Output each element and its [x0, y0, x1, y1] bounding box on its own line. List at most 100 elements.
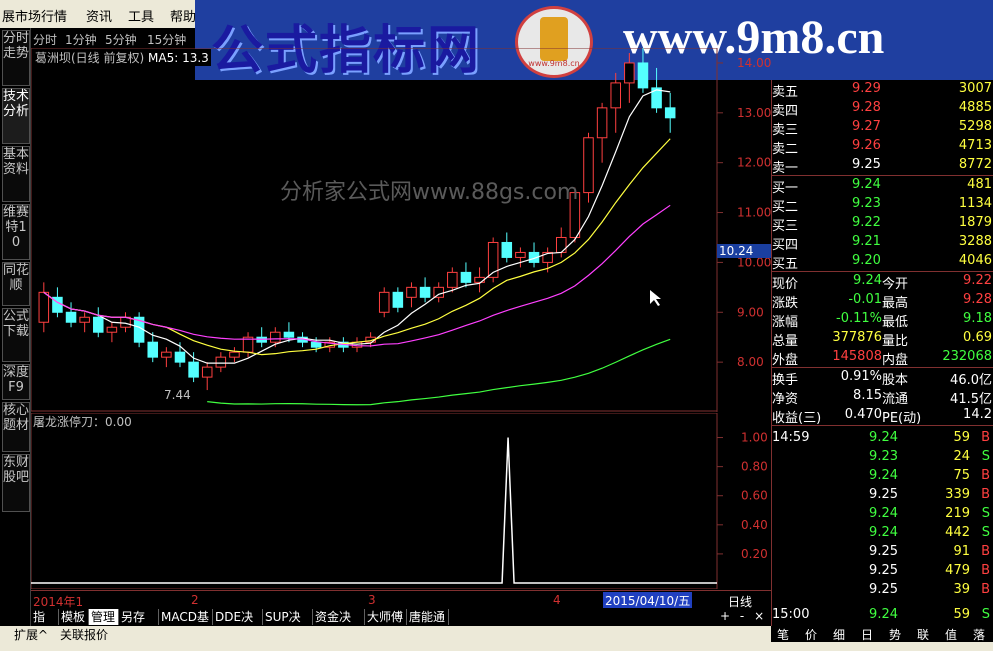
quote-tab-5[interactable]: 联 — [917, 626, 929, 643]
kline-chart[interactable]: 14.0013.0012.0011.0010.009.008.00 — [31, 48, 771, 412]
quote-tab-0[interactable]: 笔 — [777, 626, 789, 643]
bottom-tab-9[interactable]: 唐能通 — [407, 609, 449, 625]
tick-row-1: 9.23 24 S — [772, 448, 993, 467]
period-15min[interactable]: 15分钟 — [147, 31, 186, 48]
left-tab-5[interactable]: 公式下载 — [2, 308, 30, 362]
stock-name: 葛洲坝(日线 前复权) — [35, 51, 145, 65]
quote-tab-4[interactable]: 势 — [889, 626, 901, 643]
bottom-tab-0[interactable]: 指标 — [31, 609, 59, 640]
menu-help[interactable]: 帮助 — [170, 6, 196, 25]
bottom-tab-2[interactable]: 管理 — [89, 609, 119, 625]
bottom-tab-5[interactable]: DDE决策 — [213, 609, 263, 640]
ind-y-tick-label-4: 0.20 — [741, 547, 768, 561]
low-price-label: 7.44 — [164, 388, 191, 402]
candle-body — [310, 341, 322, 348]
left-tab-7[interactable]: 核心题材 — [2, 402, 30, 452]
sell-level-4-cell-2: 8772 — [958, 157, 992, 172]
sell-level-3-cell-2: 4713 — [958, 138, 992, 153]
zoom-in-button[interactable]: + — [720, 609, 730, 623]
tick-row-2-cell-3: B — [981, 468, 990, 483]
tick-row-6-cell-1: 9.25 — [869, 544, 898, 559]
quote-tab-2[interactable]: 细 — [833, 626, 845, 643]
bottom-tab-7[interactable]: 资金决策 — [313, 609, 365, 640]
tick-row-3-cell-3: B — [981, 487, 990, 502]
candle-body — [283, 331, 295, 338]
candle-body — [147, 341, 159, 358]
indicator-line — [31, 437, 717, 584]
left-tab-4[interactable]: 同花顺 — [2, 262, 30, 306]
candle-body — [79, 316, 90, 323]
ma5-label: MA5: 13.3 — [148, 51, 209, 65]
left-tab-8[interactable]: 东财股吧 — [2, 454, 30, 512]
period-5min[interactable]: 5分钟 — [105, 31, 137, 48]
left-tab-2[interactable]: 基本资料 — [2, 146, 30, 202]
fundamental-row-1-cell-1: 8.15 — [853, 388, 882, 403]
quote-tab-1[interactable]: 价 — [805, 626, 817, 643]
left-tab-3[interactable]: 维赛特10 — [2, 204, 30, 260]
buy-level-0-cell-1: 9.24 — [852, 177, 881, 192]
tick-row-1-cell-3: S — [981, 449, 990, 464]
quote-tab-6[interactable]: 值 — [945, 626, 957, 643]
left-tab-6[interactable]: 深度F9 — [2, 364, 30, 400]
zoom-out-button[interactable]: - — [740, 609, 744, 623]
indicator-chart[interactable]: 1.00 0.80 0.60 0.40 0.20 — [31, 413, 771, 589]
buy-level-1-cell-1: 9.23 — [852, 196, 881, 211]
tick-row-3: 9.25 339 B — [772, 486, 993, 505]
tick-row-7-cell-1: 9.25 — [869, 563, 898, 578]
quote-row-4-cell-0: 外盘 — [772, 353, 799, 368]
period-timeshare[interactable]: 分时 — [33, 31, 57, 48]
date-axis: 2014年1 2 3 4 2015/04/10/五 日线 — [31, 590, 771, 609]
candle-body — [378, 291, 390, 313]
quote-row-0: 现价 9.24 今开 9.22 — [772, 272, 993, 292]
status-related[interactable]: 关联报价 — [60, 626, 108, 643]
sell-level-1: 卖四 9.28 4885 — [772, 99, 993, 119]
fundamental-row-2-cell-2: PE(动) — [882, 411, 922, 426]
buy-level-4-cell-1: 9.20 — [852, 253, 881, 268]
sell-level-4-cell-1: 9.25 — [852, 157, 881, 172]
ind-y-tick-label-0: 1.00 — [741, 431, 768, 445]
tick-row-0-cell-0: 14:59 — [772, 430, 810, 445]
chart-header: 葛洲坝(日线 前复权) MA5: 13.3 — [33, 49, 211, 66]
quote-tab-3[interactable]: 日 — [861, 626, 873, 643]
fundamental-row-0-cell-2: 股本 — [882, 373, 909, 388]
status-expand[interactable]: 扩展^ — [14, 626, 48, 643]
bottom-tab-4[interactable]: MACD基本 — [159, 609, 213, 640]
buy-level-0-cell-0: 买一 — [772, 181, 799, 196]
bottom-tab-1[interactable]: 模板 — [59, 609, 89, 625]
quote-tab-7[interactable]: 落 — [973, 626, 985, 643]
quote-row-0-cell-1: 9.24 — [853, 273, 882, 288]
candle-body — [120, 316, 131, 328]
fundamental-row-0: 换手 0.91% 股本 46.0亿 — [772, 368, 993, 388]
tick-row-7-cell-2: 479 — [945, 563, 970, 578]
ind-y-tick-label-2: 0.60 — [741, 489, 768, 503]
quote-tabs: 笔价细日势联值落 — [771, 626, 993, 642]
bottom-tab-6[interactable]: SUP决策 — [263, 609, 313, 640]
candle-body — [501, 241, 513, 258]
left-tab-0[interactable]: 分时走势 — [2, 30, 30, 86]
tick-row-8-cell-3: B — [981, 582, 990, 597]
candle-body — [392, 291, 404, 308]
fundamental-row-0-cell-0: 换手 — [772, 373, 799, 388]
watermark: 分析家公式网www.88gs.com — [280, 180, 579, 205]
candle-body — [474, 276, 485, 283]
buy-level-3: 买四 9.21 3288 — [772, 233, 993, 253]
tick-row-5-cell-3: S — [981, 525, 990, 540]
candle-body — [637, 62, 649, 89]
sell-level-1-cell-0: 卖四 — [772, 104, 799, 119]
y-tick-label-6: 8.00 — [737, 355, 764, 369]
sep-ticks — [772, 425, 993, 426]
ind-y-tick-label-1: 0.80 — [741, 460, 768, 474]
sell-level-0-cell-0: 卖五 — [772, 85, 799, 100]
bottom-tab-3[interactable]: 另存为 — [119, 609, 159, 640]
buy-level-2-cell-1: 9.22 — [852, 215, 881, 230]
candle-body — [93, 316, 104, 333]
candle-body — [229, 351, 240, 358]
menu-market[interactable]: 展市场行情 — [2, 6, 67, 25]
bottom-tab-8[interactable]: 大师傅 — [365, 609, 407, 625]
tick-row-5-cell-2: 442 — [945, 525, 970, 540]
period-1min[interactable]: 1分钟 — [65, 31, 97, 48]
close-icon[interactable]: × — [754, 609, 764, 623]
left-tab-1[interactable]: 技术分析 — [2, 88, 30, 144]
menu-tools[interactable]: 工具 — [128, 6, 154, 25]
menu-news[interactable]: 资讯 — [86, 6, 112, 25]
